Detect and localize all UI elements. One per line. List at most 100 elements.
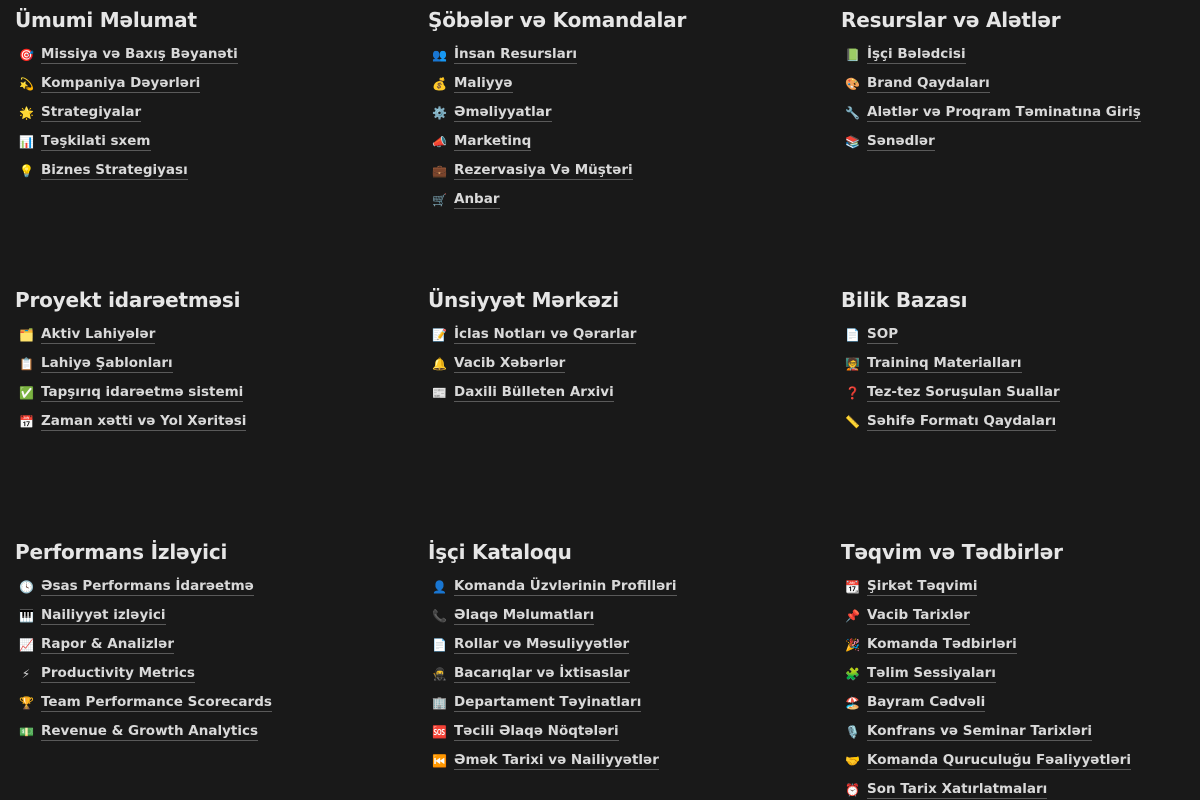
page-link[interactable]: Team Performance Scorecards	[41, 694, 272, 712]
page-link[interactable]: Zaman xətti və Yol Xəritəsi	[41, 413, 247, 431]
list-item[interactable]: 📋 Lahiyə Şablonları	[15, 349, 415, 378]
list-item[interactable]: 🛒 Anbar	[428, 185, 828, 214]
list-item[interactable]: 💰 Maliyyə	[428, 69, 828, 98]
page-link[interactable]: Rollar və Məsuliyyətlər	[454, 636, 630, 654]
page-link[interactable]: Marketinq	[454, 133, 532, 151]
page-link[interactable]: Komanda Tədbirləri	[867, 636, 1017, 654]
page-link[interactable]: Son Tarix Xatırlatmaları	[867, 781, 1048, 799]
list-item[interactable]: ⚙️ Əməliyyatlar	[428, 98, 828, 127]
page-link[interactable]: Bacarıqlar və İxtisaslar	[454, 665, 630, 683]
list-item[interactable]: 💼 Rezervasiya Və Müştəri	[428, 156, 828, 185]
page-link[interactable]: Kompaniya Dəyərləri	[41, 75, 201, 93]
page-link[interactable]: Təlim Sessiyaları	[867, 665, 996, 683]
page-link[interactable]: Təşkilati sxem	[41, 133, 151, 151]
page-link[interactable]: Lahiyə Şablonları	[41, 355, 173, 373]
list-item[interactable]: 🤝 Komanda Quruculuğu Fəaliyyətləri	[841, 746, 1200, 775]
section-title: Resurslar və Alətlər	[841, 8, 1061, 32]
page-link[interactable]: Traininq Materialları	[867, 355, 1022, 373]
list-item[interactable]: 🗂️ Aktiv Lahiyələr	[15, 320, 415, 349]
page-link[interactable]: Biznes Strategiyası	[41, 162, 188, 180]
page-link[interactable]: Şirkət Təqvimi	[867, 578, 978, 596]
list-item[interactable]: 🎨 Brand Qaydaları	[841, 69, 1200, 98]
list-item[interactable]: 🎉 Komanda Tədbirləri	[841, 630, 1200, 659]
page-link[interactable]: Komanda Üzvlərinin Profilləri	[454, 578, 677, 596]
page-link[interactable]: Rapor & Analizlər	[41, 636, 174, 654]
question-mark-icon: ❓	[845, 385, 860, 400]
list-item[interactable]: 📚 Sənədlər	[841, 127, 1200, 156]
page-link[interactable]: Revenue & Growth Analytics	[41, 723, 259, 741]
section-unsiyyet-merkezi: Ünsiyyət Mərkəzi 📝 İclas Notları və Qərar…	[428, 288, 828, 407]
list-item[interactable]: 📗 İşçi Bələdcisi	[841, 40, 1200, 69]
list-item[interactable]: 🌟 Strategiyalar	[15, 98, 415, 127]
list-item[interactable]: 📊 Təşkilati sxem	[15, 127, 415, 156]
list-item[interactable]: 📰 Daxili Bülleten Arxivi	[428, 378, 828, 407]
page-link[interactable]: Departament Təyinatları	[454, 694, 642, 712]
list-item[interactable]: ❓ Tez-tez Soruşulan Suallar	[841, 378, 1200, 407]
page-link[interactable]: Aktiv Lahiyələr	[41, 326, 156, 344]
list-item[interactable]: 📝 İclas Notları və Qərarlar	[428, 320, 828, 349]
page-link[interactable]: Səhifə Formatı Qaydaları	[867, 413, 1057, 431]
list-item[interactable]: 💫 Kompaniya Dəyərləri	[15, 69, 415, 98]
link-list: 🕓 Əsas Performans İdarəetmə 🎹 Nailiyyət izl…	[15, 572, 415, 746]
list-item[interactable]: 📆 Şirkət Təqvimi	[841, 572, 1200, 601]
page-link[interactable]: Strategiyalar	[41, 104, 142, 122]
list-item[interactable]: 🎹 Nailiyyət izləyici	[15, 601, 415, 630]
page-link[interactable]: Əlaqə Məlumatları	[454, 607, 595, 625]
list-item[interactable]: 📣 Marketinq	[428, 127, 828, 156]
page-link[interactable]: Komanda Quruculuğu Fəaliyyətləri	[867, 752, 1131, 770]
list-item[interactable]: 🥷 Bacarıqlar və İxtisaslar	[428, 659, 828, 688]
page-link[interactable]: İclas Notları və Qərarlar	[454, 326, 637, 344]
list-item[interactable]: 📄 Rollar və Məsuliyyətlər	[428, 630, 828, 659]
list-item[interactable]: 📞 Əlaqə Məlumatları	[428, 601, 828, 630]
list-item[interactable]: ⏰ Son Tarix Xatırlatmaları	[841, 775, 1200, 800]
page-link[interactable]: Daxili Bülleten Arxivi	[454, 384, 614, 402]
list-item[interactable]: 🔧 Alətlər və Proqram Təminatına Giriş	[841, 98, 1200, 127]
list-item[interactable]: 🧩 Təlim Sessiyaları	[841, 659, 1200, 688]
page-link[interactable]: SOP	[867, 326, 899, 344]
section-title: Ümumi Məlumat	[15, 8, 197, 32]
list-item[interactable]: 🎙️ Konfrans və Seminar Tarixləri	[841, 717, 1200, 746]
list-item[interactable]: 📌 Vacib Tarixlər	[841, 601, 1200, 630]
list-item[interactable]: ⏮️ Əmək Tarixi və Nailiyyətlər	[428, 746, 828, 775]
page-link[interactable]: Vacib Xəbərlər	[454, 355, 566, 373]
page-link[interactable]: Alətlər və Proqram Təminatına Giriş	[867, 104, 1141, 122]
list-item[interactable]: 📏 Səhifə Formatı Qaydaları	[841, 407, 1200, 436]
list-item[interactable]: 👥 İnsan Resursları	[428, 40, 828, 69]
list-item[interactable]: 🏆 Team Performance Scorecards	[15, 688, 415, 717]
page-link[interactable]: Tez-tez Soruşulan Suallar	[867, 384, 1060, 402]
list-item[interactable]: ✅ Tapşırıq idarəetmə sistemi	[15, 378, 415, 407]
page-link[interactable]: Əmək Tarixi və Nailiyyətlər	[454, 752, 659, 770]
page-link[interactable]: Sənədlər	[867, 133, 935, 151]
list-item[interactable]: 📅 Zaman xətti və Yol Xəritəsi	[15, 407, 415, 436]
list-item[interactable]: 🕓 Əsas Performans İdarəetmə	[15, 572, 415, 601]
list-item[interactable]: 🔔 Vacib Xəbərlər	[428, 349, 828, 378]
page-link[interactable]: İnsan Resursları	[454, 46, 578, 64]
page-link[interactable]: Əməliyyatlar	[454, 104, 552, 122]
page-link[interactable]: Brand Qaydaları	[867, 75, 990, 93]
list-item[interactable]: 👤 Komanda Üzvlərinin Profilləri	[428, 572, 828, 601]
page-link[interactable]: Tapşırıq idarəetmə sistemi	[41, 384, 244, 402]
list-item[interactable]: 🏢 Departament Təyinatları	[428, 688, 828, 717]
page-link[interactable]: Nailiyyət izləyici	[41, 607, 166, 625]
page-link[interactable]: Bayram Cədvəli	[867, 694, 986, 712]
page-link[interactable]: Əsas Performans İdarəetmə	[41, 578, 254, 596]
list-item[interactable]: ⚡ Productivity Metrics	[15, 659, 415, 688]
page-link[interactable]: Rezervasiya Və Müştəri	[454, 162, 633, 180]
list-item[interactable]: 💵 Revenue & Growth Analytics	[15, 717, 415, 746]
list-item[interactable]: 📈 Rapor & Analizlər	[15, 630, 415, 659]
list-item[interactable]: 🎯 Missiya və Baxış Bəyanəti	[15, 40, 415, 69]
page-link[interactable]: İşçi Bələdcisi	[867, 46, 966, 64]
page-link[interactable]: Maliyyə	[454, 75, 513, 93]
list-item[interactable]: 🏖️ Bayram Cədvəli	[841, 688, 1200, 717]
ruler-icon: 📏	[845, 414, 860, 429]
page-link[interactable]: Vacib Tarixlər	[867, 607, 970, 625]
list-item[interactable]: 🆘 Təcili Əlaqə Nöqtələri	[428, 717, 828, 746]
page-link[interactable]: Productivity Metrics	[41, 665, 195, 683]
page-link[interactable]: Təcili Əlaqə Nöqtələri	[454, 723, 619, 741]
list-item[interactable]: 💡 Biznes Strategiyası	[15, 156, 415, 185]
page-link[interactable]: Anbar	[454, 191, 500, 209]
list-item[interactable]: 🧑‍🏫 Traininq Materialları	[841, 349, 1200, 378]
page-link[interactable]: Missiya və Baxış Bəyanəti	[41, 46, 238, 64]
page-link[interactable]: Konfrans və Seminar Tarixləri	[867, 723, 1093, 741]
list-item[interactable]: 📄 SOP	[841, 320, 1200, 349]
